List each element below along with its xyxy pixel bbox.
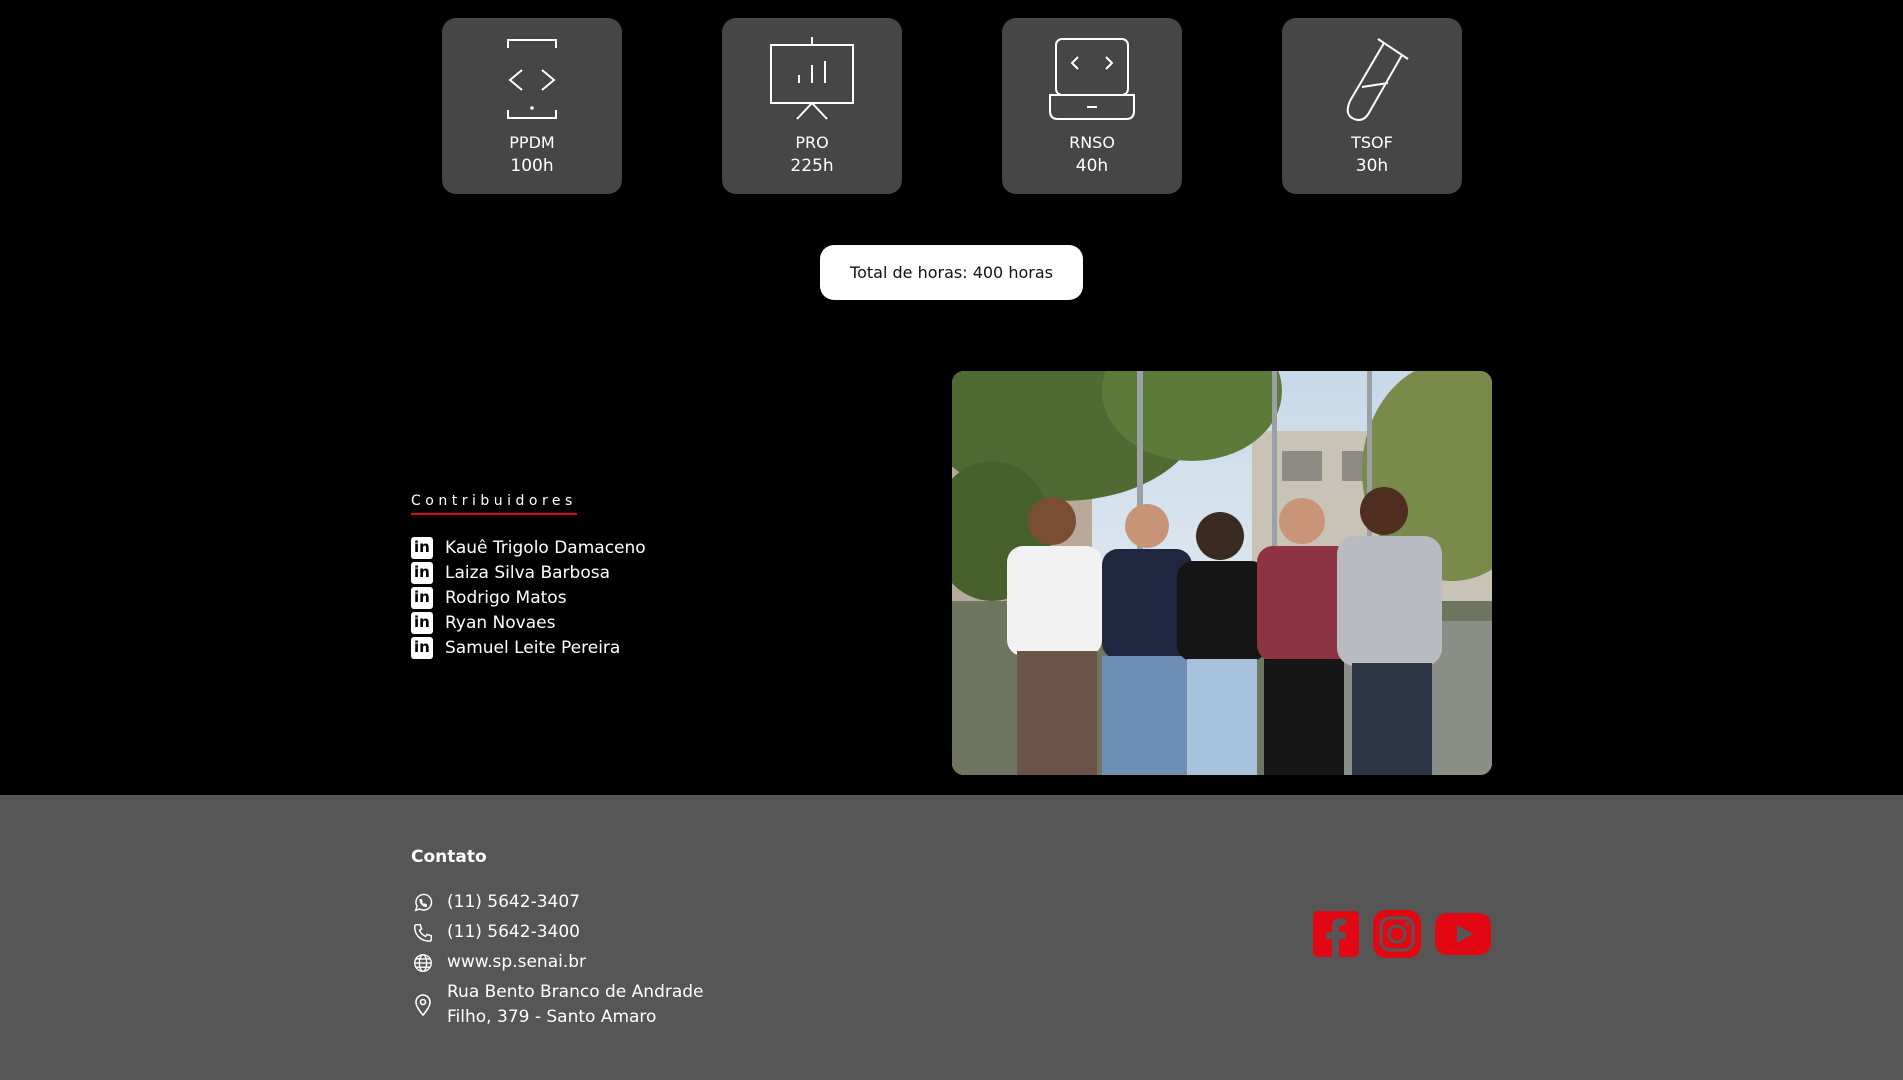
footer: Contato (11) 5642-3407 (11) 5642-3400 ww… — [0, 795, 1903, 1080]
contact-list: (11) 5642-3407 (11) 5642-3400 www.sp.sen… — [411, 890, 704, 1035]
contributors-list: Kauê Trigolo Damaceno Laiza Silva Barbos… — [411, 535, 831, 660]
course-cards: PPDM 100h PRO 225h RNSO 40h TSOF 30h — [0, 18, 1903, 196]
course-name: PRO — [795, 133, 829, 152]
linkedin-icon — [411, 636, 433, 659]
linkedin-icon — [411, 586, 433, 609]
whatsapp-number: (11) 5642-3407 — [447, 892, 580, 912]
instagram-link[interactable] — [1373, 910, 1421, 962]
globe-icon — [411, 950, 435, 975]
whatsapp-icon — [411, 890, 435, 915]
contact-title: Contato — [411, 847, 487, 867]
total-hours-badge: Total de horas: 400 horas — [820, 245, 1083, 300]
course-card-rnso: RNSO 40h — [1002, 18, 1182, 194]
youtube-icon — [1435, 913, 1491, 955]
course-hours: 225h — [790, 156, 834, 176]
website-link[interactable]: www.sp.senai.br — [411, 950, 704, 975]
laptop-code-icon — [1044, 34, 1140, 124]
youtube-link[interactable] — [1435, 913, 1491, 959]
course-card-pro: PRO 225h — [722, 18, 902, 194]
whatsapp-contact[interactable]: (11) 5642-3407 — [411, 890, 704, 915]
course-hours: 40h — [1075, 156, 1109, 176]
contributor-name: Rodrigo Matos — [445, 587, 567, 608]
linkedin-icon — [411, 536, 433, 559]
contributor-link[interactable]: Ryan Novaes — [411, 610, 831, 635]
social-links — [1313, 910, 1505, 962]
contributor-name: Laiza Silva Barbosa — [445, 562, 611, 583]
contributor-link[interactable]: Samuel Leite Pereira — [411, 635, 831, 660]
test-tube-icon — [1324, 34, 1420, 124]
contributor-name: Samuel Leite Pereira — [445, 637, 621, 658]
course-hours: 100h — [510, 156, 554, 176]
phone-number: (11) 5642-3400 — [447, 922, 580, 942]
course-card-tsof: TSOF 30h — [1282, 18, 1462, 194]
facebook-icon — [1313, 911, 1359, 957]
contributor-name: Kauê Trigolo Damaceno — [445, 537, 646, 558]
course-card-ppdm: PPDM 100h — [442, 18, 622, 194]
course-hours: 30h — [1355, 156, 1389, 176]
contributor-link[interactable]: Rodrigo Matos — [411, 585, 831, 610]
facebook-link[interactable] — [1313, 911, 1359, 961]
contributors-title: Contribuidores — [411, 493, 577, 515]
contributor-link[interactable]: Laiza Silva Barbosa — [411, 560, 831, 585]
address-line-2: Filho, 379 - Santo Amaro — [447, 1007, 657, 1027]
presentation-chart-icon — [764, 34, 860, 124]
instagram-icon — [1373, 910, 1421, 958]
contributor-link[interactable]: Kauê Trigolo Damaceno — [411, 535, 831, 560]
phone-contact[interactable]: (11) 5642-3400 — [411, 920, 704, 945]
address-line-1: Rua Bento Branco de Andrade — [447, 982, 704, 1002]
course-name: TSOF — [1351, 133, 1393, 152]
phone-icon — [411, 920, 435, 945]
website-url: www.sp.senai.br — [447, 952, 587, 972]
linkedin-icon — [411, 561, 433, 584]
mobile-code-icon — [484, 34, 580, 124]
linkedin-icon — [411, 611, 433, 634]
team-photo — [952, 371, 1492, 775]
contributors-section: Contribuidores Kauê Trigolo Damaceno Lai… — [411, 490, 831, 660]
course-name: RNSO — [1069, 133, 1115, 152]
address-contact[interactable]: Rua Bento Branco de Andrade Filho, 379 -… — [411, 980, 704, 1030]
location-pin-icon — [411, 980, 435, 1030]
course-name: PPDM — [509, 133, 555, 152]
contributor-name: Ryan Novaes — [445, 612, 556, 633]
